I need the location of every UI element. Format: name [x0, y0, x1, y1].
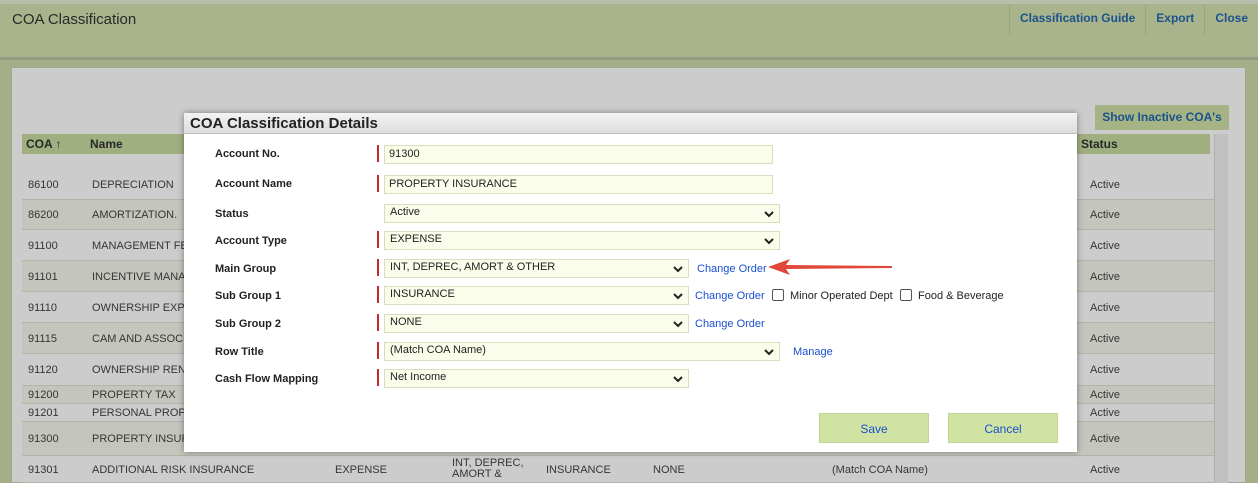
required-marker: [377, 286, 379, 303]
required-marker: [377, 145, 379, 162]
chevron-down-icon: [764, 211, 774, 218]
account-type-label: Account Type: [215, 235, 287, 247]
account-name-label: Account Name: [215, 178, 293, 190]
status-value: Active: [390, 206, 420, 218]
chevron-down-icon: [673, 293, 683, 300]
save-button[interactable]: Save: [819, 413, 929, 443]
coa-details-dialog: COA Classification Details Account No. 9…: [184, 113, 1077, 452]
row-title-value: (Match COA Name): [390, 344, 486, 356]
cash-flow-mapping-value: Net Income: [390, 371, 447, 383]
food-beverage-checkbox[interactable]: [900, 289, 912, 301]
row-title-label: Row Title: [215, 346, 264, 358]
sub-group-2-label: Sub Group 2: [215, 318, 281, 330]
minor-operated-dept-checkbox[interactable]: [772, 289, 784, 301]
main-group-label: Main Group: [215, 263, 277, 275]
status-select[interactable]: Active: [384, 204, 780, 223]
sub-group-2-value: NONE: [390, 316, 422, 328]
dialog-title: COA Classification Details: [184, 113, 1077, 134]
sub-group-1-label: Sub Group 1: [215, 290, 281, 302]
account-type-select[interactable]: EXPENSE: [384, 231, 780, 250]
required-marker: [377, 259, 379, 276]
food-beverage-label: Food & Beverage: [918, 290, 1004, 302]
main-group-change-order-link[interactable]: Change Order: [697, 263, 767, 275]
required-marker: [377, 369, 379, 386]
account-type-value: EXPENSE: [390, 233, 442, 245]
main-group-value: INT, DEPREC, AMORT & OTHER: [390, 261, 556, 273]
annotation-arrow-icon: [768, 259, 892, 275]
main-group-select[interactable]: INT, DEPREC, AMORT & OTHER: [384, 259, 689, 278]
minor-operated-dept-label: Minor Operated Dept: [790, 290, 893, 302]
chevron-down-icon: [764, 238, 774, 245]
sub-group-1-change-order-link[interactable]: Change Order: [695, 290, 765, 302]
required-marker: [377, 342, 379, 359]
chevron-down-icon: [764, 349, 774, 356]
cash-flow-mapping-select[interactable]: Net Income: [384, 369, 689, 388]
chevron-down-icon: [673, 321, 683, 328]
chevron-down-icon: [673, 266, 683, 273]
required-marker: [377, 175, 379, 192]
sub-group-1-select[interactable]: INSURANCE: [384, 286, 689, 305]
row-title-select[interactable]: (Match COA Name): [384, 342, 780, 361]
cash-flow-mapping-label: Cash Flow Mapping: [215, 373, 319, 385]
sub-group-1-value: INSURANCE: [390, 288, 455, 300]
status-label: Status: [215, 208, 249, 220]
required-marker: [377, 314, 379, 331]
chevron-down-icon: [673, 376, 683, 383]
account-no-field[interactable]: 91300: [384, 145, 773, 164]
sub-group-2-change-order-link[interactable]: Change Order: [695, 318, 765, 330]
sub-group-2-select[interactable]: NONE: [384, 314, 689, 333]
required-marker: [377, 231, 379, 248]
account-no-label: Account No.: [215, 148, 280, 160]
row-title-manage-link[interactable]: Manage: [793, 346, 833, 358]
cancel-button[interactable]: Cancel: [948, 413, 1058, 443]
account-name-field[interactable]: PROPERTY INSURANCE: [384, 175, 773, 194]
